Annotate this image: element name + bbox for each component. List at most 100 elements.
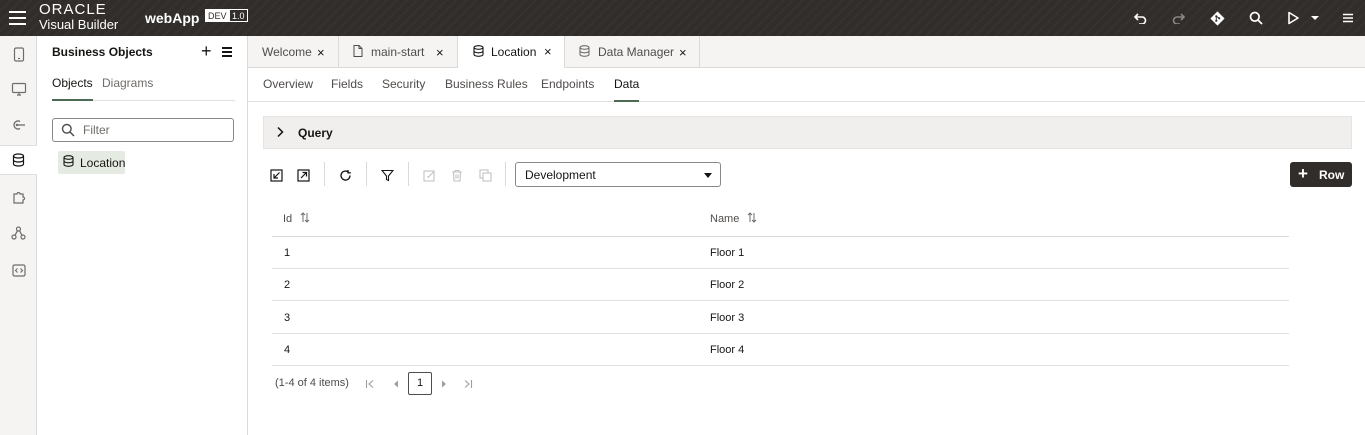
toolbar-divider — [505, 162, 506, 186]
page-icon — [353, 45, 363, 60]
undo-icon[interactable] — [1131, 9, 1149, 27]
import-icon[interactable] — [267, 166, 285, 184]
add-row-button[interactable]: + Row — [1290, 162, 1352, 187]
table-row[interactable]: 3 Floor 3 — [272, 302, 1289, 334]
tab-data-manager[interactable]: Data Manager × — [565, 36, 700, 68]
hamburger-menu-icon[interactable] — [9, 11, 26, 25]
business-objects-navigator: Business Objects + Objects Diagrams Loca… — [37, 36, 248, 435]
app-name: webApp — [145, 10, 200, 26]
sort-icon[interactable] — [300, 212, 310, 226]
oracle-logo: ORACLE Visual Builder — [39, 2, 118, 31]
navigator-tabs: Objects Diagrams — [52, 76, 235, 101]
toolbar-divider — [366, 162, 367, 186]
database-icon — [63, 155, 74, 170]
edit-icon[interactable] — [420, 166, 438, 184]
run-icon[interactable] — [1284, 9, 1302, 27]
table-row[interactable]: 1 Floor 1 — [272, 237, 1289, 269]
filter-icon[interactable] — [378, 166, 396, 184]
tab-label: Welcome — [262, 45, 312, 59]
database-icon — [579, 45, 590, 60]
env-badge: DEV — [205, 9, 230, 22]
close-icon[interactable]: × — [679, 45, 687, 60]
search-icon[interactable] — [1247, 9, 1265, 27]
table-row[interactable]: 4 Floor 4 — [272, 334, 1289, 366]
query-panel[interactable]: Query — [263, 116, 1352, 149]
app-header: ORACLE Visual Builder webApp DEV 1.0 — [0, 0, 1365, 36]
tab-data[interactable]: Data — [614, 77, 640, 102]
chevron-down-icon — [704, 173, 712, 178]
tab-label: Location — [491, 44, 537, 59]
environment-value: Development — [525, 168, 596, 182]
current-page[interactable]: 1 — [408, 372, 432, 395]
first-page-icon[interactable] — [364, 377, 376, 391]
sort-icon[interactable] — [747, 212, 757, 226]
editor-tabs: Welcome × main-start × Location × Data M… — [248, 36, 1365, 68]
tab-business-rules[interactable]: Business Rules — [445, 77, 528, 102]
run-menu-icon[interactable] — [1306, 9, 1324, 27]
business-objects-icon[interactable] — [0, 145, 37, 175]
tab-objects[interactable]: Objects — [52, 76, 93, 101]
column-header-name[interactable]: Name — [710, 212, 757, 226]
tab-welcome[interactable]: Welcome × — [248, 36, 339, 68]
query-label: Query — [298, 126, 333, 140]
cell-id: 1 — [284, 247, 291, 259]
redo-icon[interactable] — [1170, 9, 1188, 27]
close-icon[interactable]: × — [544, 44, 552, 59]
environment-select[interactable]: Development — [515, 162, 721, 187]
plus-icon: + — [1298, 164, 1308, 183]
tree-item-label: Location — [80, 155, 126, 170]
navigator-menu-icon[interactable] — [222, 47, 232, 59]
tab-label: main-start — [371, 45, 425, 59]
left-rail — [0, 36, 37, 435]
cell-name: Floor 3 — [710, 312, 745, 324]
object-sub-tabs: Overview Fields Security Business Rules … — [248, 68, 1365, 102]
menu-icon[interactable] — [1339, 9, 1357, 27]
filter-field[interactable] — [52, 118, 234, 142]
tab-location[interactable]: Location × — [458, 36, 565, 68]
cell-id: 4 — [284, 344, 291, 356]
tab-endpoints[interactable]: Endpoints — [541, 77, 594, 102]
git-icon[interactable] — [1208, 9, 1226, 27]
brand-oracle: ORACLE — [39, 1, 107, 18]
mobile-apps-icon[interactable] — [0, 39, 37, 69]
search-icon — [61, 123, 75, 140]
column-label: Id — [283, 213, 293, 225]
toolbar-divider — [408, 162, 409, 186]
close-icon[interactable]: × — [436, 45, 444, 60]
filter-input[interactable] — [83, 122, 223, 138]
column-label: Name — [710, 213, 740, 225]
delete-icon[interactable] — [448, 166, 466, 184]
cell-name: Floor 4 — [710, 344, 745, 356]
tab-fields[interactable]: Fields — [331, 77, 363, 102]
add-row-label: Row — [1319, 168, 1345, 182]
export-icon[interactable] — [294, 166, 312, 184]
chevron-right-icon[interactable] — [276, 126, 284, 141]
add-icon[interactable]: + — [201, 42, 212, 60]
brand-product: Visual Builder — [39, 17, 119, 32]
tab-label: Data Manager — [598, 45, 675, 59]
cell-name: Floor 2 — [710, 279, 745, 291]
services-icon[interactable] — [0, 110, 37, 140]
tab-security[interactable]: Security — [382, 77, 425, 102]
source-icon[interactable] — [0, 255, 37, 285]
tab-diagrams[interactable]: Diagrams — [102, 76, 153, 101]
last-page-icon[interactable] — [462, 377, 474, 391]
toolbar-divider — [324, 162, 325, 186]
cell-id: 2 — [284, 279, 291, 291]
refresh-icon[interactable] — [336, 166, 354, 184]
tab-overview[interactable]: Overview — [263, 77, 313, 102]
table-row[interactable]: 2 Floor 2 — [272, 269, 1289, 301]
tab-main-start[interactable]: main-start × — [339, 36, 458, 68]
database-icon — [473, 45, 484, 60]
previous-page-icon[interactable] — [390, 377, 402, 391]
web-apps-icon[interactable] — [0, 74, 37, 104]
components-icon[interactable] — [0, 182, 37, 212]
cell-name: Floor 1 — [710, 247, 745, 259]
processes-icon[interactable] — [0, 218, 37, 248]
tree-item-location[interactable]: Location — [58, 151, 125, 174]
column-header-id[interactable]: Id — [283, 212, 310, 226]
close-icon[interactable]: × — [317, 45, 325, 60]
duplicate-icon[interactable] — [476, 166, 494, 184]
next-page-icon[interactable] — [438, 377, 450, 391]
cell-id: 3 — [284, 312, 291, 324]
